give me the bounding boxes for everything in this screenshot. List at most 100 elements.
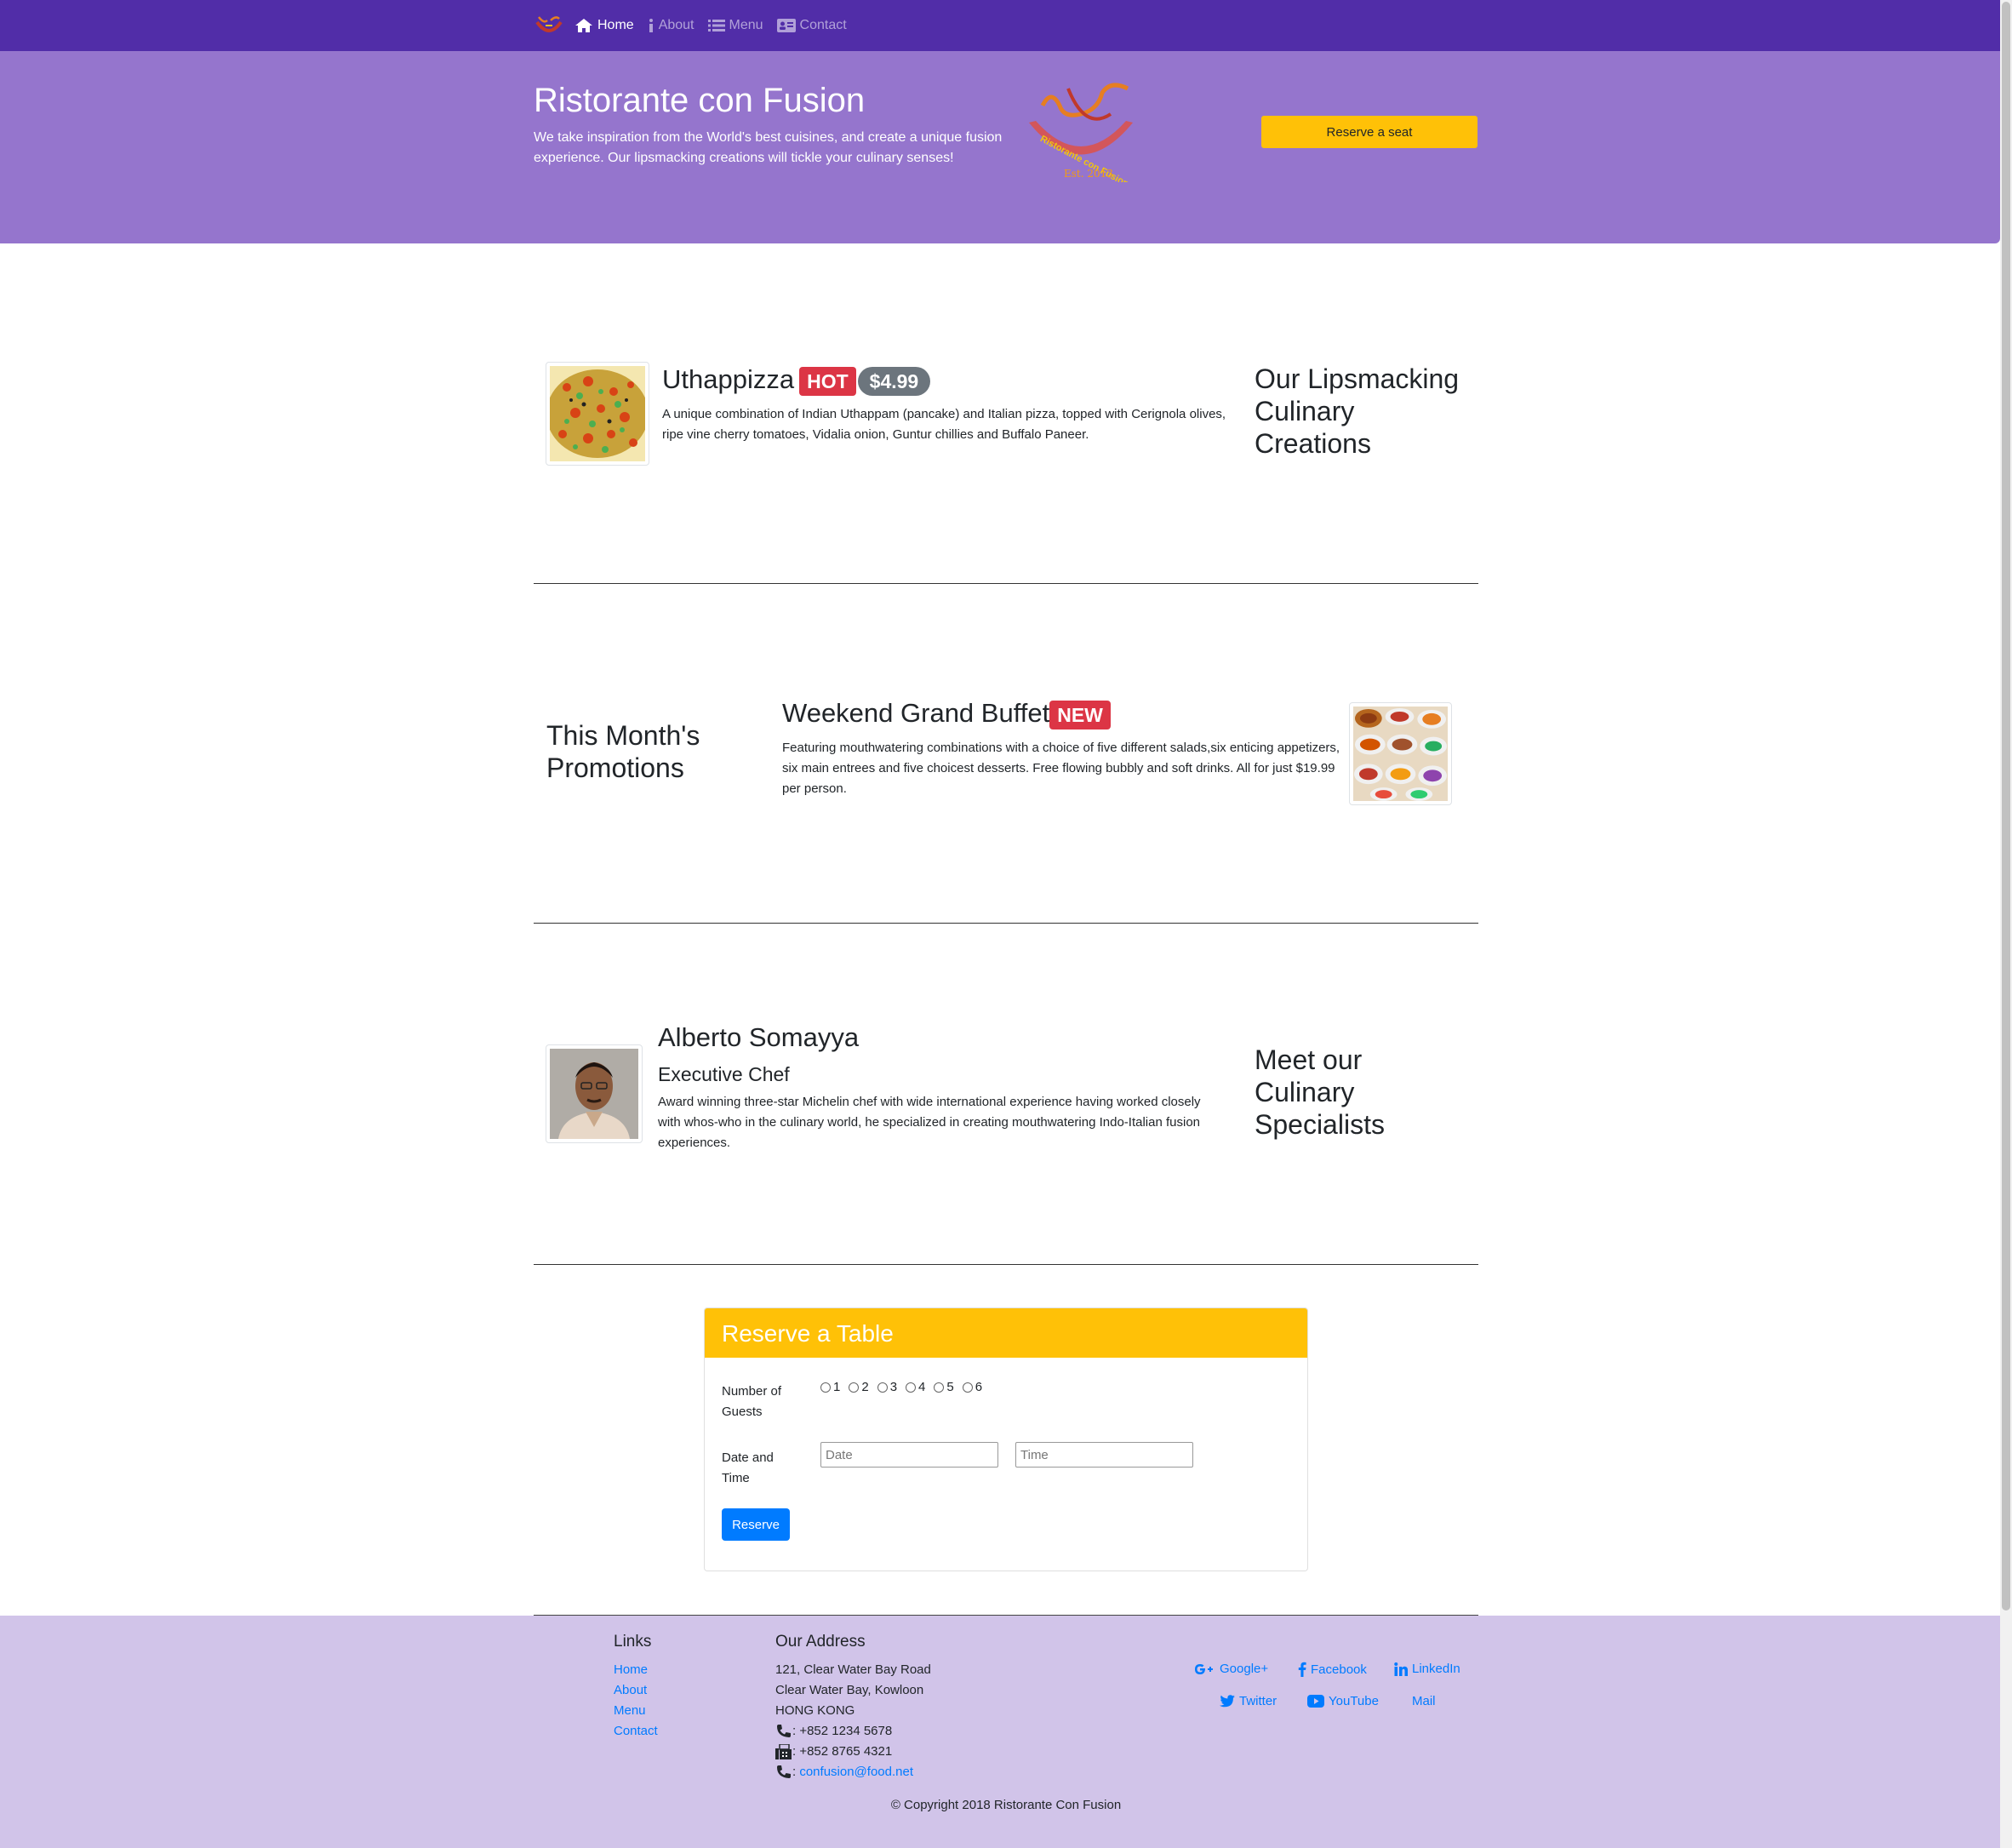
- twitter-label: Twitter: [1239, 1694, 1278, 1708]
- phone-row: : +852 1234 5678: [775, 1721, 931, 1742]
- footer-link-about[interactable]: About: [614, 1683, 647, 1697]
- guest-option-2[interactable]: 2: [849, 1380, 869, 1394]
- footer-link-home[interactable]: Home: [614, 1662, 648, 1677]
- footer-link-item: Contact: [614, 1721, 658, 1742]
- email-prefix: :: [792, 1765, 800, 1779]
- list-icon: [707, 20, 725, 31]
- google-label: Google+: [1220, 1662, 1269, 1676]
- nav-home[interactable]: Home: [574, 18, 634, 33]
- leader-section-heading: Meet our Culinary Specialists: [1255, 1044, 1385, 1140]
- footer-link-contact[interactable]: Contact: [614, 1724, 658, 1738]
- reserve-seat-button[interactable]: Reserve a seat: [1261, 116, 1478, 148]
- leader-image: [546, 1044, 643, 1143]
- guest-option-6[interactable]: 6: [962, 1380, 983, 1394]
- logo-est: Est. 2013: [1064, 168, 1113, 180]
- home-icon: [575, 19, 592, 32]
- reserve-button[interactable]: Reserve: [722, 1508, 790, 1541]
- footer-address: 121, Clear Water Bay Road Clear Water Ba…: [775, 1660, 931, 1782]
- pizza-image: [546, 366, 649, 461]
- info-icon: [649, 19, 653, 32]
- promotion-title: Weekend Grand Buffet NEW: [782, 698, 1111, 729]
- address-line: Clear Water Bay, Kowloon: [775, 1683, 924, 1697]
- promotion-section-heading: This Month's Promotions: [546, 720, 700, 783]
- price-badge: $4.99: [857, 366, 931, 396]
- section-divider: [534, 923, 1478, 924]
- fax-icon: [775, 1744, 792, 1759]
- radio-button[interactable]: [934, 1382, 945, 1393]
- promotion-description: Featuring mouthwatering combinations wit…: [782, 741, 1340, 796]
- dish-name: Uthappizza: [662, 364, 795, 394]
- social-twitter[interactable]: Twitter: [1220, 1694, 1277, 1708]
- restaurant-logo: Ristorante con Fusion Est. 2013: [1029, 83, 1133, 182]
- jumbotron-title: Ristorante con Fusion: [534, 82, 866, 119]
- nav-home-label: Home: [597, 18, 634, 32]
- jumbotron: Ristorante con Fusion We take inspiratio…: [0, 51, 2000, 243]
- fax-number: : +852 8765 4321: [792, 1744, 893, 1759]
- footer-link-item: About: [614, 1680, 658, 1701]
- footer-link-menu[interactable]: Menu: [614, 1703, 646, 1718]
- social-facebook[interactable]: Facebook: [1298, 1662, 1367, 1677]
- nav-contact-label: Contact: [799, 18, 847, 32]
- fax-row: : +852 8765 4321: [775, 1742, 931, 1762]
- guest-option-5[interactable]: 5: [934, 1380, 954, 1394]
- nav-about-label: About: [658, 18, 694, 32]
- google-plus-icon: [1195, 1663, 1213, 1674]
- guest-option-label: 2: [861, 1380, 869, 1394]
- social-youtube[interactable]: YouTube: [1307, 1694, 1379, 1708]
- linkedin-label: LinkedIn: [1412, 1662, 1460, 1676]
- social-linkedin[interactable]: LinkedIn: [1394, 1662, 1460, 1676]
- nav-menu[interactable]: Menu: [707, 18, 763, 33]
- radio-button[interactable]: [877, 1382, 888, 1393]
- nav-about[interactable]: About: [648, 18, 694, 33]
- time-input[interactable]: [1015, 1442, 1193, 1468]
- social-google[interactable]: Google+: [1193, 1662, 1268, 1676]
- phone-icon: [777, 1765, 791, 1778]
- guests-label: Number of Guests: [722, 1384, 782, 1419]
- facebook-label: Facebook: [1311, 1662, 1367, 1677]
- youtube-label: YouTube: [1329, 1694, 1379, 1708]
- address-line: 121, Clear Water Bay Road: [775, 1662, 931, 1677]
- phone-number: : +852 1234 5678: [792, 1724, 893, 1738]
- guest-option-label: 3: [889, 1380, 898, 1394]
- date-input[interactable]: [820, 1442, 998, 1468]
- guest-option-1[interactable]: 1: [820, 1380, 840, 1394]
- footer-link-item: Home: [614, 1660, 658, 1680]
- leader-designation: Executive Chef: [658, 1063, 790, 1085]
- jumbotron-text: We take inspiration from the World's bes…: [534, 130, 1003, 165]
- guest-option-label: 5: [946, 1380, 954, 1394]
- footer-address-heading: Our Address: [775, 1633, 866, 1651]
- facebook-icon: [1298, 1662, 1306, 1677]
- brand-logo-icon[interactable]: [534, 14, 564, 37]
- linkedin-icon: [1394, 1662, 1408, 1676]
- guest-option-label: 4: [918, 1380, 926, 1394]
- radio-button[interactable]: [906, 1382, 917, 1393]
- footer: Links Home About Menu Contact Our Addres…: [0, 1616, 2000, 1848]
- datetime-label: Date and Time: [722, 1450, 774, 1485]
- youtube-icon: [1307, 1695, 1324, 1708]
- radio-button[interactable]: [849, 1382, 860, 1393]
- guests-radio-group: 1 2 3 4 5 6: [820, 1380, 991, 1394]
- address-card-icon: [776, 19, 796, 32]
- twitter-icon: [1220, 1695, 1235, 1708]
- nav-contact[interactable]: Contact: [776, 18, 847, 33]
- email-link[interactable]: confusion@food.net: [799, 1762, 913, 1782]
- reserve-table-card: Reserve a Table Number of Guests 1 2 3 4…: [704, 1307, 1308, 1571]
- radio-button[interactable]: [962, 1382, 973, 1393]
- guest-option-label: 6: [975, 1380, 983, 1394]
- buffet-image: [1353, 707, 1448, 801]
- dish-image: [546, 362, 649, 466]
- scrollbar-thumb[interactable]: [2002, 2, 2010, 1611]
- footer-links-heading: Links: [614, 1633, 652, 1651]
- guest-option-3[interactable]: 3: [877, 1380, 897, 1394]
- phone-icon: [777, 1725, 791, 1737]
- section-divider: [534, 583, 1478, 584]
- promotion-name: Weekend Grand Buffet: [782, 698, 1050, 728]
- footer-links-list: Home About Menu Contact: [614, 1660, 658, 1742]
- leader-description: Award winning three-star Michelin chef w…: [658, 1095, 1201, 1150]
- guest-option-4[interactable]: 4: [906, 1380, 925, 1394]
- dish-title: Uthappizza HOT $4.99: [662, 364, 931, 396]
- new-badge: NEW: [1049, 700, 1111, 729]
- radio-button[interactable]: [820, 1382, 831, 1393]
- footer-link-item: Menu: [614, 1701, 658, 1721]
- social-mail[interactable]: Mail: [1412, 1694, 1436, 1708]
